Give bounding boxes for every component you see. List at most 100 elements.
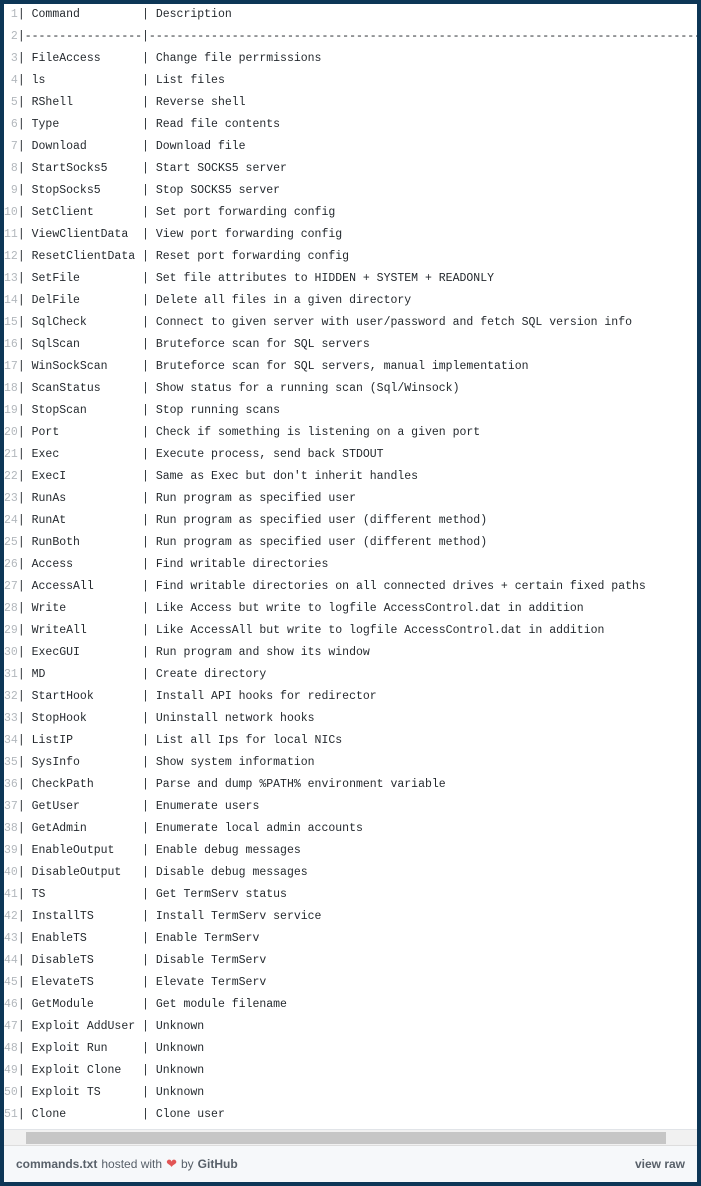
line-number[interactable]: 37 (4, 796, 18, 818)
code-row: 46| GetModule | Get module filename (4, 994, 697, 1016)
code-row: 1| Command | Description (4, 4, 697, 26)
code-row: 51| Clone | Clone user (4, 1104, 697, 1126)
line-content: | Download | Download file (18, 136, 697, 158)
code-row: 47| Exploit AddUser | Unknown (4, 1016, 697, 1038)
line-number[interactable]: 16 (4, 334, 18, 356)
code-row: 32| StartHook | Install API hooks for re… (4, 686, 697, 708)
line-content: | StartSocks5 | Start SOCKS5 server (18, 158, 697, 180)
line-content: | DisableTS | Disable TermServ (18, 950, 697, 972)
filename-link[interactable]: commands.txt (16, 1157, 97, 1171)
line-number[interactable]: 5 (4, 92, 18, 114)
code-row: 11| ViewClientData | View port forwardin… (4, 224, 697, 246)
line-number[interactable]: 15 (4, 312, 18, 334)
line-number[interactable]: 48 (4, 1038, 18, 1060)
line-content: | DelFile | Delete all files in a given … (18, 290, 697, 312)
line-number[interactable]: 18 (4, 378, 18, 400)
line-content: | Command | Description (18, 4, 697, 26)
footer-left: commands.txt hosted with ❤ by GitHub (16, 1156, 238, 1172)
line-number[interactable]: 40 (4, 862, 18, 884)
code-row: 30| ExecGUI | Run program and show its w… (4, 642, 697, 664)
line-content: | CheckPath | Parse and dump %PATH% envi… (18, 774, 697, 796)
line-number[interactable]: 23 (4, 488, 18, 510)
code-row: 7| Download | Download file (4, 136, 697, 158)
line-number[interactable]: 36 (4, 774, 18, 796)
line-number[interactable]: 51 (4, 1104, 18, 1126)
code-row: 41| TS | Get TermServ status (4, 884, 697, 906)
code-row: 40| DisableOutput | Disable debug messag… (4, 862, 697, 884)
line-content: | SysInfo | Show system information (18, 752, 697, 774)
code-row: 50| Exploit TS | Unknown (4, 1082, 697, 1104)
code-row: 2|-----------------|--------------------… (4, 26, 697, 48)
code-row: 37| GetUser | Enumerate users (4, 796, 697, 818)
line-number[interactable]: 17 (4, 356, 18, 378)
code-row: 8| StartSocks5 | Start SOCKS5 server (4, 158, 697, 180)
line-number[interactable]: 24 (4, 510, 18, 532)
line-number[interactable]: 39 (4, 840, 18, 862)
line-content: | ls | List files (18, 70, 697, 92)
code-row: 36| CheckPath | Parse and dump %PATH% en… (4, 774, 697, 796)
line-number[interactable]: 27 (4, 576, 18, 598)
line-number[interactable]: 4 (4, 70, 18, 92)
line-number[interactable]: 3 (4, 48, 18, 70)
line-number[interactable]: 10 (4, 202, 18, 224)
line-content: | Type | Read file contents (18, 114, 697, 136)
line-number[interactable]: 14 (4, 290, 18, 312)
line-number[interactable]: 25 (4, 532, 18, 554)
line-number[interactable]: 1 (4, 4, 18, 26)
line-number[interactable]: 9 (4, 180, 18, 202)
line-number[interactable]: 13 (4, 268, 18, 290)
view-raw-link[interactable]: view raw (635, 1157, 685, 1171)
code-row: 38| GetAdmin | Enumerate local admin acc… (4, 818, 697, 840)
line-number[interactable]: 47 (4, 1016, 18, 1038)
line-number[interactable]: 35 (4, 752, 18, 774)
line-number[interactable]: 2 (4, 26, 18, 48)
horizontal-scrollbar[interactable] (4, 1129, 697, 1145)
code-row: 45| ElevateTS | Elevate TermServ (4, 972, 697, 994)
line-number[interactable]: 42 (4, 906, 18, 928)
line-number[interactable]: 44 (4, 950, 18, 972)
line-number[interactable]: 11 (4, 224, 18, 246)
line-number[interactable]: 12 (4, 246, 18, 268)
line-number[interactable]: 31 (4, 664, 18, 686)
line-number[interactable]: 19 (4, 400, 18, 422)
code-row: 12| ResetClientData | Reset port forward… (4, 246, 697, 268)
line-content: | RunAt | Run program as specified user … (18, 510, 697, 532)
line-number[interactable]: 32 (4, 686, 18, 708)
code-row: 42| InstallTS | Install TermServ service (4, 906, 697, 928)
line-content: | RunBoth | Run program as specified use… (18, 532, 697, 554)
line-number[interactable]: 29 (4, 620, 18, 642)
github-link[interactable]: GitHub (198, 1157, 238, 1171)
line-content: | StopSocks5 | Stop SOCKS5 server (18, 180, 697, 202)
line-number[interactable]: 8 (4, 158, 18, 180)
code-row: 33| StopHook | Uninstall network hooks (4, 708, 697, 730)
line-content: | RunAs | Run program as specified user (18, 488, 697, 510)
line-content: | Exploit AddUser | Unknown (18, 1016, 697, 1038)
line-number[interactable]: 43 (4, 928, 18, 950)
line-content: | StopHook | Uninstall network hooks (18, 708, 697, 730)
code-row: 34| ListIP | List all Ips for local NICs (4, 730, 697, 752)
line-content: | EnableTS | Enable TermServ (18, 928, 697, 950)
line-number[interactable]: 34 (4, 730, 18, 752)
line-number[interactable]: 6 (4, 114, 18, 136)
code-row: 25| RunBoth | Run program as specified u… (4, 532, 697, 554)
line-number[interactable]: 7 (4, 136, 18, 158)
line-number[interactable]: 21 (4, 444, 18, 466)
line-number[interactable]: 28 (4, 598, 18, 620)
line-number[interactable]: 46 (4, 994, 18, 1016)
code-row: 20| Port | Check if something is listeni… (4, 422, 697, 444)
code-row: 27| AccessAll | Find writable directorie… (4, 576, 697, 598)
scrollbar-thumb[interactable] (26, 1132, 666, 1144)
line-number[interactable]: 41 (4, 884, 18, 906)
line-number[interactable]: 33 (4, 708, 18, 730)
line-number[interactable]: 20 (4, 422, 18, 444)
line-content: | EnableOutput | Enable debug messages (18, 840, 697, 862)
line-number[interactable]: 49 (4, 1060, 18, 1082)
line-number[interactable]: 30 (4, 642, 18, 664)
line-number[interactable]: 22 (4, 466, 18, 488)
line-number[interactable]: 50 (4, 1082, 18, 1104)
code-row: 16| SqlScan | Bruteforce scan for SQL se… (4, 334, 697, 356)
line-number[interactable]: 26 (4, 554, 18, 576)
line-number[interactable]: 38 (4, 818, 18, 840)
line-number[interactable]: 45 (4, 972, 18, 994)
line-content: | DisableOutput | Disable debug messages (18, 862, 697, 884)
